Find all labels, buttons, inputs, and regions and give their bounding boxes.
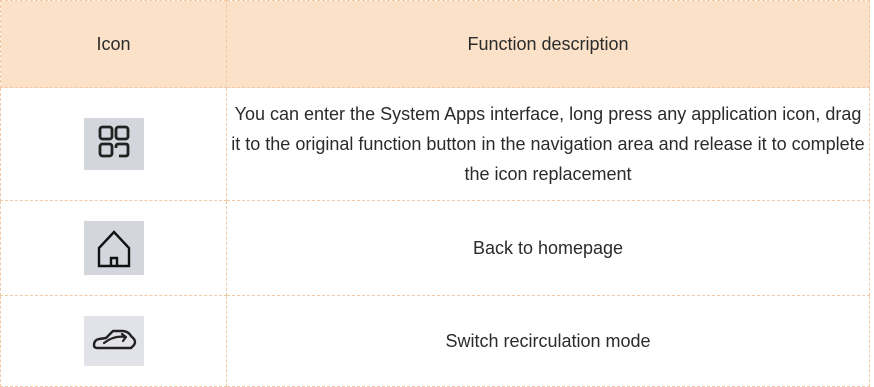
apps-grid-icon bbox=[83, 118, 144, 170]
row-description: Switch recirculation mode bbox=[226, 295, 870, 387]
table-row: You can enter the System Apps interface,… bbox=[0, 87, 870, 201]
table-row: Switch recirculation mode bbox=[0, 295, 870, 387]
header-function-description: Function description bbox=[226, 0, 870, 88]
table-row: Back to homepage bbox=[0, 200, 870, 296]
icon-cell bbox=[0, 200, 227, 296]
header-icon: Icon bbox=[0, 0, 227, 88]
icon-cell bbox=[0, 295, 227, 387]
table-header-row: Icon Function description bbox=[0, 0, 870, 88]
row-description: Back to homepage bbox=[226, 200, 870, 296]
icon-cell bbox=[0, 87, 227, 201]
function-table: Icon Function description You can enter … bbox=[0, 0, 870, 387]
home-icon bbox=[83, 221, 144, 275]
row-description: You can enter the System Apps interface,… bbox=[226, 87, 870, 201]
car-recirculation-icon bbox=[83, 316, 144, 366]
